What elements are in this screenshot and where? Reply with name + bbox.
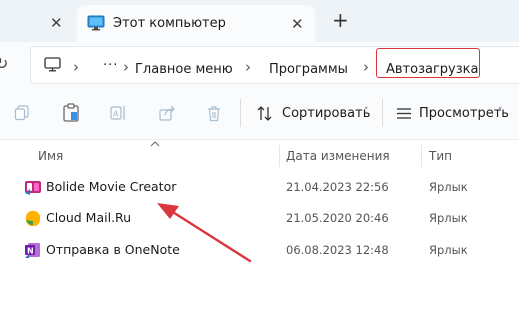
onenote-icon: N: [25, 243, 40, 258]
file-name: Bolide Movie Creator: [46, 179, 177, 194]
monitor-icon[interactable]: [44, 57, 61, 72]
paste-icon[interactable]: [62, 103, 80, 122]
bolide-movie-creator-icon: [25, 181, 41, 195]
copy-icon[interactable]: [14, 105, 30, 121]
command-bar: A Сортировать ˅ Просмотреть ˅: [0, 87, 519, 140]
chevron-right-icon: ›: [363, 58, 369, 76]
tab-label: Этот компьютер: [113, 16, 226, 31]
monitor-icon: [87, 15, 105, 31]
view-list-icon: [397, 108, 411, 119]
chevron-right-icon: ›: [73, 58, 79, 76]
tab-close-icon[interactable]: ✕: [50, 15, 63, 31]
file-date: 21.05.2020 20:46: [286, 211, 389, 225]
breadcrumb-item-programs[interactable]: Программы: [269, 62, 348, 77]
tab-strip: ✕ Этот компьютер ✕ +: [0, 0, 519, 42]
column-header-type[interactable]: Тип: [429, 149, 452, 163]
sort-icon: [257, 106, 272, 121]
svg-text:A: A: [113, 110, 119, 119]
sort-ascending-icon: [150, 141, 160, 147]
tab-close-icon[interactable]: ✕: [291, 16, 304, 32]
file-type: Ярлык: [429, 180, 468, 194]
column-divider[interactable]: [421, 145, 422, 167]
sort-button[interactable]: Сортировать ˅: [254, 99, 372, 127]
column-header-date[interactable]: Дата изменения: [286, 149, 390, 163]
file-name: Cloud Mail.Ru: [46, 210, 132, 225]
file-type: Ярлык: [429, 243, 468, 257]
list-item[interactable]: N Отправка в OneNote 06.08.2023 12:48 Яр…: [20, 239, 519, 261]
rename-icon[interactable]: A: [110, 105, 127, 121]
refresh-icon[interactable]: ↻: [0, 54, 8, 73]
view-button[interactable]: Просмотреть ˅: [394, 99, 519, 127]
delete-icon[interactable]: [206, 105, 222, 122]
new-tab-button[interactable]: +: [332, 10, 349, 30]
file-date: 06.08.2023 12:48: [286, 243, 389, 257]
column-divider[interactable]: [279, 145, 280, 167]
toolbar-divider: [382, 99, 383, 127]
share-icon[interactable]: [159, 105, 176, 121]
chevron-right-icon: ›: [123, 58, 129, 76]
annotation-arrow: [157, 203, 252, 263]
breadcrumb-overflow[interactable]: ···: [103, 58, 118, 73]
chevron-down-icon: ˅: [364, 107, 369, 117]
cloud-mail-icon: [25, 210, 41, 226]
breadcrumb-highlight-box: [376, 48, 480, 78]
file-type: Ярлык: [429, 211, 468, 225]
column-header-name[interactable]: Имя: [38, 149, 63, 163]
toolbar-divider: [240, 99, 241, 127]
sort-label: Сортировать: [282, 106, 371, 121]
chevron-down-icon: ˅: [498, 107, 503, 117]
list-item[interactable]: Bolide Movie Creator 21.04.2023 22:56 Яр…: [20, 176, 519, 198]
file-date: 21.04.2023 22:56: [286, 180, 389, 194]
tab-previous[interactable]: ✕: [0, 6, 78, 38]
svg-text:N: N: [27, 247, 34, 256]
view-label: Просмотреть: [419, 106, 509, 121]
breadcrumb-item-main-menu[interactable]: Главное меню: [135, 62, 233, 77]
list-item[interactable]: Cloud Mail.Ru 21.05.2020 20:46 Ярлык: [20, 207, 519, 229]
tab-this-pc[interactable]: Этот компьютер ✕: [77, 5, 315, 42]
chevron-right-icon: ›: [245, 58, 251, 76]
